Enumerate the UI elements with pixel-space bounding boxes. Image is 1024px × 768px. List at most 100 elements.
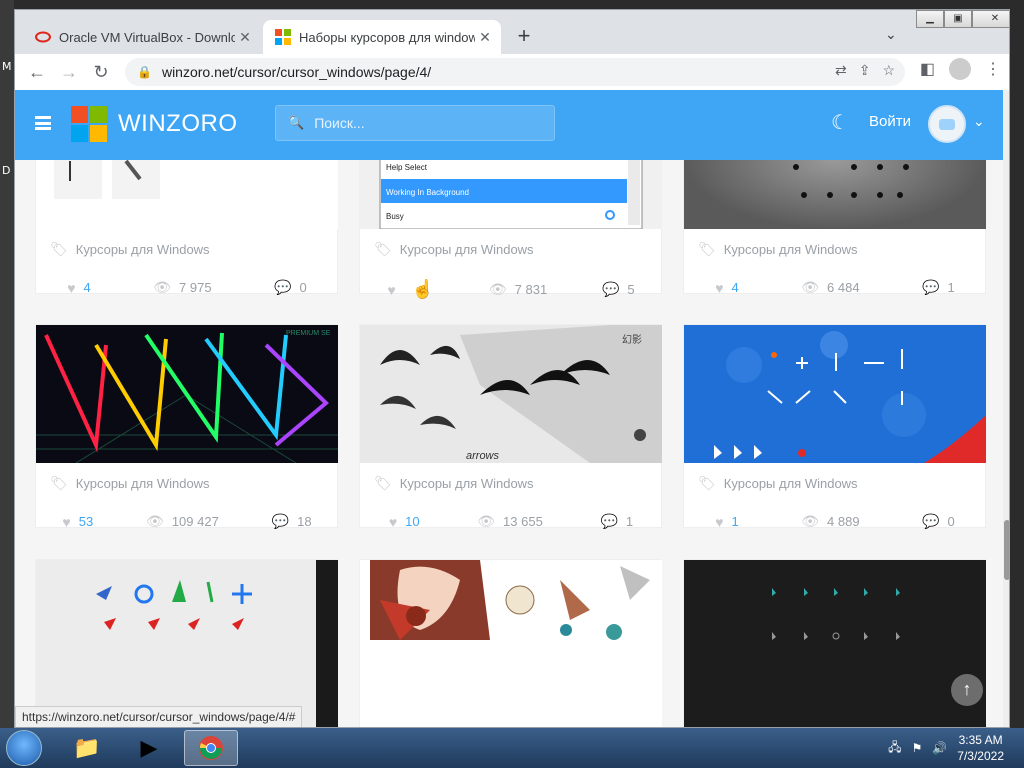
winzoro-logo[interactable]	[71, 106, 107, 142]
category-label: Курсоры для Windows	[723, 242, 858, 257]
browser-window: Oracle VM VirtualBox - Downloa ✕ Наборы …	[14, 9, 1010, 728]
window-close-button[interactable]: ✕	[972, 10, 1009, 28]
card-stats: ♥ ☝ 👁 7 831 💬 5	[360, 279, 662, 300]
volume-icon[interactable]: 🔊	[932, 741, 947, 755]
likes-stat[interactable]: ♥ 4	[715, 279, 739, 296]
comments-stat[interactable]: 💬 0	[274, 279, 307, 296]
chrome-taskbar-icon[interactable]	[184, 730, 238, 766]
category-label: Курсоры для Windows	[399, 242, 534, 257]
flag-icon[interactable]: ⚑	[912, 741, 923, 755]
thumb-label: 幻影	[622, 333, 642, 346]
likes-count: 10	[405, 514, 420, 529]
window-controls: ▁ ▣ ✕	[916, 10, 1009, 28]
tab-cursors[interactable]: Наборы курсоров для windows ✕	[263, 20, 501, 54]
category-link[interactable]: 🏷 Курсоры для Windows	[50, 241, 210, 258]
address-bar[interactable]: 🔒 winzoro.net/cursor/cursor_windows/page…	[125, 58, 905, 86]
views-count: 13 655	[503, 514, 543, 529]
category-link[interactable]: 🏷 Курсоры для Windows	[374, 475, 534, 492]
scrollbar-thumb[interactable]	[1004, 520, 1009, 580]
close-icon[interactable]: ✕	[235, 29, 255, 46]
comments-icon: 💬	[271, 513, 290, 529]
likes-stat[interactable]: ♥ 53	[62, 513, 93, 530]
network-icon[interactable]: 🖧	[888, 738, 901, 759]
logo-square	[90, 125, 107, 142]
thumb-arrows-white[interactable]: arrows 幻影	[360, 325, 662, 463]
card[interactable]: PREMIUM SE 🏷 Курсоры для Windows ♥ 53 👁 109…	[35, 324, 338, 530]
thumb-neon-rainbow[interactable]: PREMIUM SE	[36, 325, 338, 463]
card[interactable]	[359, 559, 662, 728]
logo-square	[90, 106, 107, 123]
lock-icon[interactable]: 🔒	[137, 65, 152, 79]
desktop-char: D	[2, 164, 11, 177]
status-url: https://winzoro.net/cursor/cursor_window…	[15, 706, 303, 727]
close-icon[interactable]: ✕	[475, 29, 495, 46]
views-count: 109 427	[171, 514, 219, 529]
scroll-to-top-button[interactable]: ↑	[951, 674, 983, 706]
likes-stat[interactable]: ♥ 4	[67, 279, 91, 296]
views-count: 7 831	[514, 282, 548, 297]
category-link[interactable]: 🏷 Курсоры для Windows	[698, 241, 858, 258]
card[interactable]: arrows 幻影 🏷 Курсоры для Windows ♥ 10 👁 13 6…	[359, 324, 662, 530]
thumb-anime-girl[interactable]	[360, 560, 662, 728]
search-input[interactable]: 🔍 Поиск...	[275, 105, 555, 141]
login-link[interactable]: Войти	[869, 113, 911, 130]
avatar[interactable]	[928, 105, 966, 143]
category-link[interactable]: 🏷 Курсоры для Windows	[50, 475, 210, 492]
star-icon[interactable]: ☆	[882, 62, 895, 79]
heart-icon: ♥	[67, 279, 76, 296]
minimize-button[interactable]: ▁	[916, 10, 944, 28]
card[interactable]: 🏷 Курсоры для Windows ♥ 1 👁 4 889 💬 0	[683, 324, 986, 530]
thumb-dark-tiny[interactable]	[684, 560, 986, 728]
comments-stat[interactable]: 💬 1	[922, 279, 955, 296]
maximize-button[interactable]: ▣	[944, 10, 972, 28]
likes-stat[interactable]: ♥ 1	[715, 513, 739, 530]
comments-icon: 💬	[601, 281, 620, 297]
comments-count: 0	[947, 514, 955, 529]
share-icon[interactable]: ⇪	[859, 62, 871, 79]
eye-icon: 👁	[146, 513, 164, 529]
likes-stat[interactable]: ♥ 10	[389, 513, 420, 530]
heart-icon: ♥	[387, 281, 396, 298]
tab-title: Наборы курсоров для windows	[299, 29, 475, 45]
logo-square	[71, 125, 88, 142]
thumb-colorful-small[interactable]	[36, 560, 338, 728]
back-arrow-icon[interactable]: ←	[21, 56, 53, 88]
comments-stat[interactable]: 💬 1	[600, 513, 633, 530]
menu-dots-icon[interactable]: ⋮	[985, 59, 1001, 79]
comments-stat[interactable]: 💬 18	[272, 513, 312, 530]
card-stats: ♥ 4 👁 7 975 💬 0	[36, 279, 338, 296]
likes-stat[interactable]: ♥ ☝	[387, 279, 434, 300]
forward-arrow-icon[interactable]: →	[53, 56, 85, 88]
chevron-down-icon[interactable]: ⌄	[885, 26, 897, 43]
chevron-down-icon[interactable]: ⌄	[973, 113, 985, 130]
comments-count: 1	[625, 514, 634, 529]
media-player-icon[interactable]: ▶	[122, 730, 176, 766]
clock[interactable]: 3:35 AM 7/3/2022	[957, 732, 1004, 764]
brand-name[interactable]: WINZORO	[118, 110, 237, 138]
start-button[interactable]	[6, 730, 42, 766]
comments-stat[interactable]: 💬 0	[922, 513, 955, 530]
translate-icon[interactable]: ⇄	[835, 62, 847, 79]
heart-icon: ♥	[715, 513, 724, 530]
new-tab-button[interactable]: +	[511, 24, 537, 50]
views-stat: 👁 4 889	[801, 513, 859, 530]
search-icon: 🔍	[288, 115, 305, 130]
category-label: Курсоры для Windows	[75, 476, 210, 491]
views-stat: 👁 109 427	[146, 513, 219, 530]
tab-virtualbox[interactable]: Oracle VM VirtualBox - Downloa ✕	[23, 20, 261, 54]
eye-icon: 👁	[477, 513, 496, 529]
profile-icon[interactable]	[949, 58, 971, 80]
thumb-blue-bokeh[interactable]	[684, 325, 986, 463]
moon-icon[interactable]: ☾	[831, 110, 851, 134]
comments-stat[interactable]: 💬 5	[602, 279, 635, 300]
hamburger-menu-icon[interactable]	[35, 116, 51, 130]
heart-icon: ♥	[715, 279, 724, 296]
explorer-icon[interactable]: 📁	[60, 730, 114, 766]
side-panel-icon[interactable]: ◧	[920, 59, 935, 79]
page-scrollbar[interactable]	[1003, 90, 1009, 727]
reload-icon[interactable]: ↻	[85, 56, 117, 88]
category-link[interactable]: 🏷 Курсоры для Windows	[698, 475, 858, 492]
card[interactable]	[683, 559, 986, 728]
category-link[interactable]: 🏷 Курсоры для Windows	[374, 241, 534, 258]
card[interactable]	[35, 559, 338, 728]
